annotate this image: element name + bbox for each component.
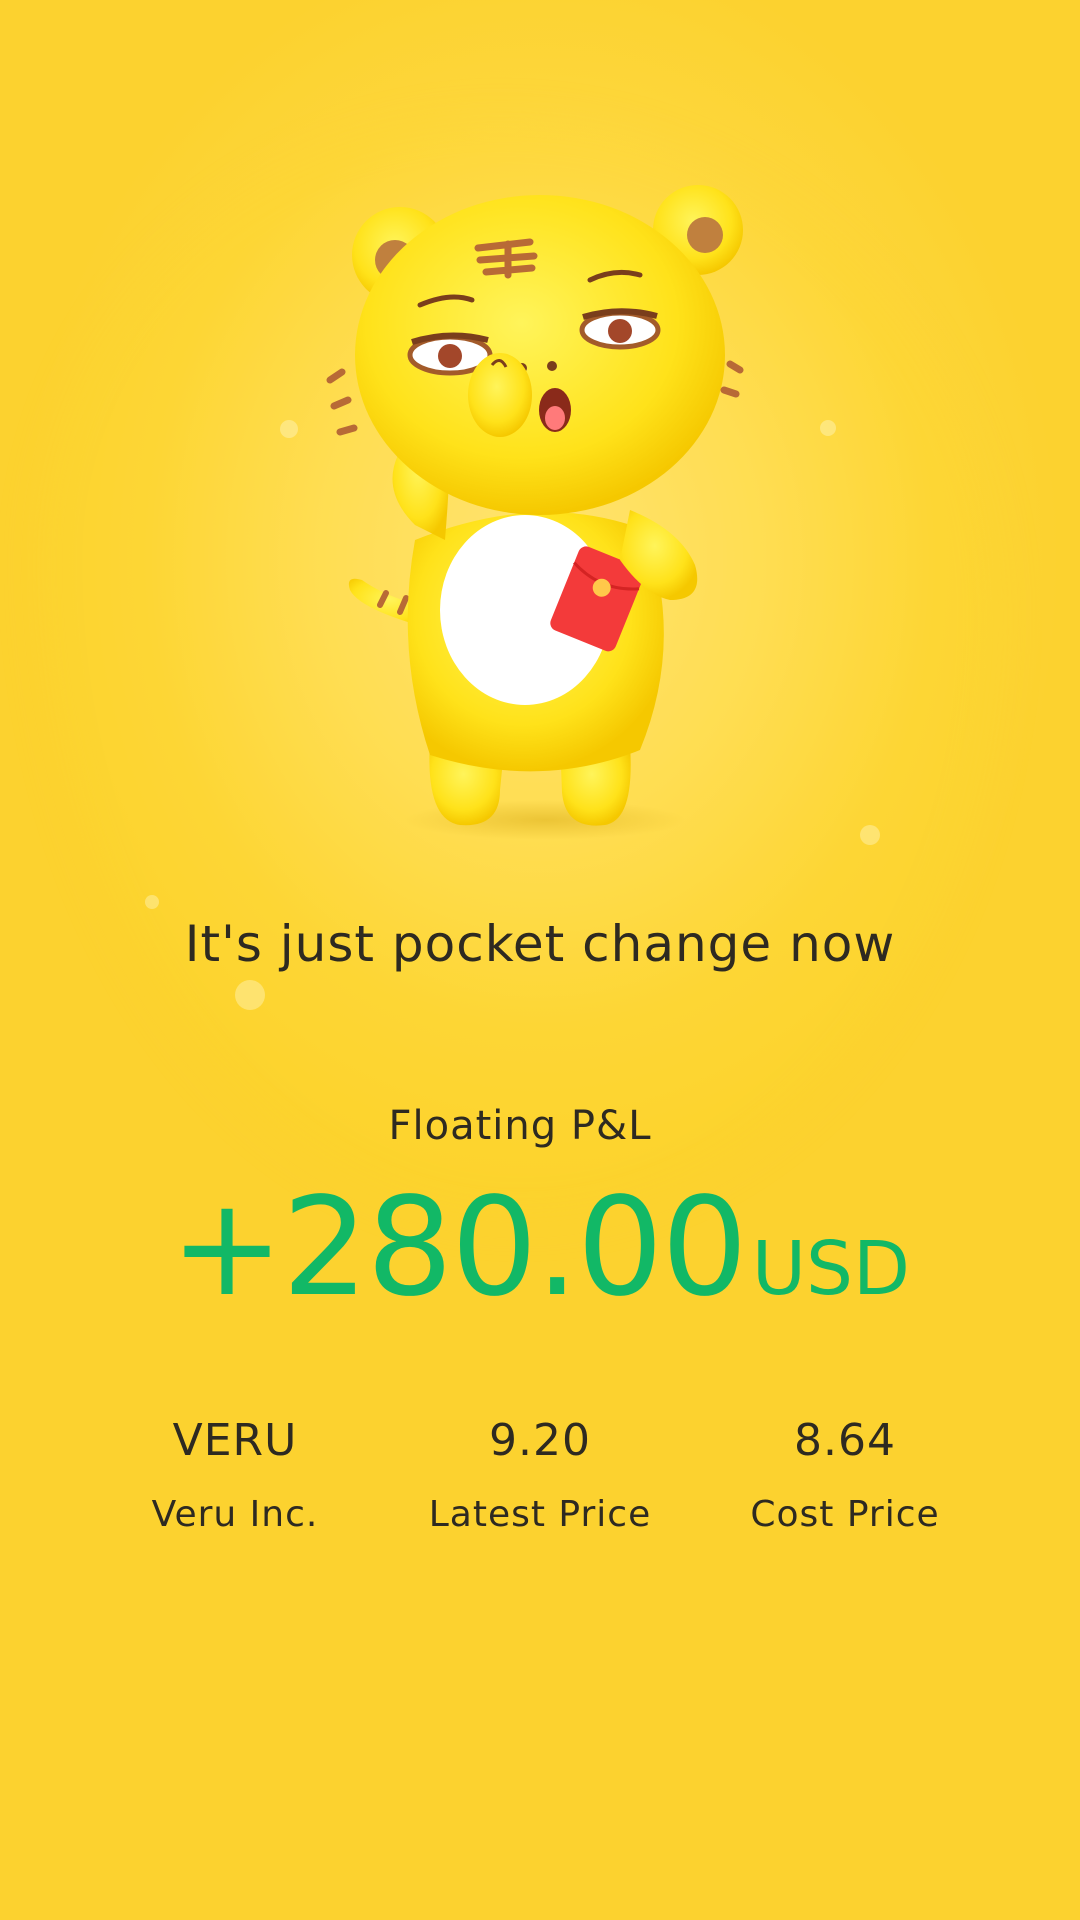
sparkle [145,895,159,909]
latest-price-label: Latest Price [428,1494,652,1535]
stats-row: VERU Veru Inc. 9.20 Latest Price 8.64 Co… [0,1415,1080,1555]
pnl-currency: USD [751,1226,910,1312]
tiger-mascot-icon [326,185,744,840]
floating-pnl-label: Floating P&L [388,1103,652,1149]
cost-price-label: Cost Price [750,1494,940,1535]
tagline: It's just pocket change now [184,915,896,973]
sparkle [280,420,298,438]
stat-latest-price: 9.20 Latest Price [390,1415,690,1535]
company-name: Veru Inc. [151,1494,319,1535]
sparkle [860,825,880,845]
cost-price-value: 8.64 [794,1415,896,1466]
stat-ticker: VERU Veru Inc. [85,1415,385,1535]
stat-cost-price: 8.64 Cost Price [695,1415,995,1535]
hand-at-face [468,353,532,437]
sparkle [820,420,836,436]
ticker-symbol: VERU [172,1415,298,1466]
pnl-value: +280.00 [170,1169,748,1327]
floating-pnl-amount: +280.00USD [0,1180,1080,1316]
latest-price-value: 9.20 [489,1415,591,1466]
sparkle [235,980,265,1010]
